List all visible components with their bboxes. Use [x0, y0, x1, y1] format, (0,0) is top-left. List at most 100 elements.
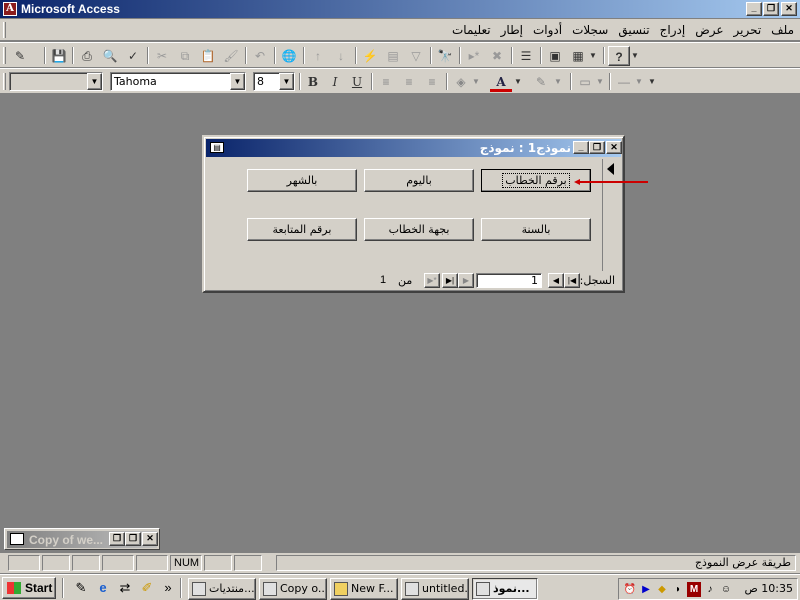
form-icon[interactable]: ▤: [210, 142, 224, 153]
chevron-down-icon[interactable]: ▼: [87, 73, 102, 90]
properties-icon[interactable]: ☰: [515, 46, 537, 66]
record-selector[interactable]: [602, 159, 620, 271]
form-minimize-button[interactable]: _: [573, 141, 589, 154]
chevron-down-icon[interactable]: ▼: [512, 72, 524, 92]
restore-button[interactable]: ❐: [109, 532, 125, 546]
tray-user-icon[interactable]: ☺: [719, 582, 733, 597]
restore-button[interactable]: ❐: [763, 2, 779, 16]
menu-insert[interactable]: إدراج: [660, 23, 686, 37]
quicklaunch-notepad-icon[interactable]: ✎: [72, 579, 90, 597]
align-center-icon[interactable]: ≡: [398, 72, 420, 92]
format-painter-icon[interactable]: 🖌: [220, 46, 242, 66]
by-day-button[interactable]: باليوم: [364, 169, 474, 192]
chevron-down-icon[interactable]: ▼: [594, 72, 606, 92]
form-close-button[interactable]: ✕: [606, 141, 622, 154]
chevron-down-icon[interactable]: ▼: [279, 73, 294, 90]
task-untitled[interactable]: untitled...: [401, 578, 469, 600]
task-forums[interactable]: منتديات...: [188, 578, 256, 600]
object-combo[interactable]: ▼: [9, 72, 103, 91]
next-record-button[interactable]: ▶: [458, 273, 474, 288]
first-record-button[interactable]: |◀: [564, 273, 580, 288]
design-view-icon[interactable]: ✎: [9, 46, 31, 66]
undo-icon[interactable]: ↶: [249, 46, 271, 66]
previous-record-button[interactable]: ◀: [548, 273, 564, 288]
filter-by-form-icon[interactable]: ▤: [382, 46, 404, 66]
menu-grip[interactable]: [3, 22, 6, 38]
menu-window[interactable]: إطار: [501, 23, 523, 37]
font-color-icon[interactable]: A: [490, 72, 512, 92]
tray-sound-icon[interactable]: ♪: [703, 582, 717, 597]
form-maximize-button[interactable]: ❐: [589, 141, 605, 154]
form-title-bar[interactable]: ▤ نموذج1 : نموذج _ ❐ ✕: [206, 139, 622, 157]
quicklaunch-overflow-icon[interactable]: »: [162, 579, 174, 597]
hyperlink-icon[interactable]: 🌐: [278, 46, 300, 66]
save-icon[interactable]: 💾: [48, 46, 70, 66]
menu-tools[interactable]: أدوات: [533, 23, 562, 37]
filter-by-selection-icon[interactable]: ⚡: [359, 46, 381, 66]
task-copy-of[interactable]: Copy o...: [259, 578, 327, 600]
by-letter-source-button[interactable]: بجهة الخطاب: [364, 218, 474, 241]
line-width-icon[interactable]: —: [613, 72, 635, 92]
new-record-button[interactable]: ▶*: [424, 273, 440, 288]
clock[interactable]: 10:35 ص: [745, 582, 794, 595]
task-new-folder[interactable]: New F...: [330, 578, 398, 600]
menu-help[interactable]: تعليمات: [452, 23, 491, 37]
toolbar-options-dropdown[interactable]: ▼: [647, 72, 657, 92]
menu-edit[interactable]: تحرير: [734, 23, 762, 37]
menu-file[interactable]: ملف: [771, 23, 794, 37]
sort-ascending-icon[interactable]: ↑: [307, 46, 329, 66]
access-app-icon[interactable]: A: [3, 2, 17, 16]
quicklaunch-app-icon[interactable]: ✐: [138, 579, 156, 597]
minimized-window[interactable]: Copy of we... ❐ ❐ ✕: [4, 528, 160, 550]
maximize-button[interactable]: ❐: [125, 532, 141, 546]
chevron-down-icon[interactable]: ▼: [552, 72, 564, 92]
tray-media-icon[interactable]: ▶: [639, 582, 653, 597]
toolbar-options-dropdown[interactable]: ▼: [630, 46, 640, 66]
by-followup-number-button[interactable]: برقم المتابعة: [247, 218, 357, 241]
align-left-icon[interactable]: ≡: [375, 72, 397, 92]
menu-records[interactable]: سجلات: [572, 23, 608, 37]
delete-record-icon[interactable]: ✖: [486, 46, 508, 66]
by-month-button[interactable]: بالشهر: [247, 169, 357, 192]
find-icon[interactable]: 🔭: [434, 46, 456, 66]
apply-filter-icon[interactable]: ▽: [405, 46, 427, 66]
minimize-button[interactable]: _: [746, 2, 762, 16]
new-object-dropdown[interactable]: ▼: [587, 46, 599, 66]
print-preview-icon[interactable]: 🔍: [99, 46, 121, 66]
new-object-icon[interactable]: ▦: [567, 46, 589, 66]
line-color-icon[interactable]: ✎: [530, 72, 552, 92]
tray-app-icon[interactable]: ◆: [655, 582, 669, 597]
close-button[interactable]: ✕: [781, 2, 797, 16]
menu-view[interactable]: عرض: [695, 23, 723, 37]
minimized-window-title-bar[interactable]: Copy of we... ❐ ❐ ✕: [7, 531, 158, 548]
chevron-down-icon[interactable]: ▼: [633, 72, 645, 92]
sort-descending-icon[interactable]: ↓: [330, 46, 352, 66]
align-right-icon[interactable]: ≡: [421, 72, 443, 92]
tray-messenger-icon[interactable]: M: [687, 582, 701, 597]
cut-icon[interactable]: ✂: [151, 46, 173, 66]
paste-icon[interactable]: 📋: [197, 46, 219, 66]
new-record-icon[interactable]: ▸*: [463, 46, 485, 66]
font-name-combo[interactable]: Tahoma ▼: [110, 72, 246, 91]
tray-clock-icon[interactable]: ⏰: [623, 582, 637, 597]
chevron-down-icon[interactable]: ▼: [230, 73, 245, 90]
menu-format[interactable]: تنسيق: [618, 23, 649, 37]
copy-icon[interactable]: ⧉: [174, 46, 196, 66]
task-form-active[interactable]: نموذ...: [472, 578, 538, 600]
italic-button[interactable]: I: [324, 72, 346, 92]
border-icon[interactable]: ▭: [574, 72, 596, 92]
last-record-button[interactable]: ▶|: [442, 273, 458, 288]
by-year-button[interactable]: بالسنة: [481, 218, 591, 241]
quicklaunch-switch-icon[interactable]: ⇄: [116, 579, 134, 597]
database-window-icon[interactable]: ▣: [544, 46, 566, 66]
help-icon[interactable]: ?: [608, 46, 630, 66]
underline-button[interactable]: U: [346, 72, 368, 92]
record-number-input[interactable]: 1: [476, 273, 542, 288]
tray-volume-icon[interactable]: ◗: [671, 582, 685, 597]
start-button[interactable]: Start: [2, 577, 56, 599]
toolbar-grip[interactable]: [3, 47, 6, 64]
fill-color-icon[interactable]: ◈: [450, 72, 472, 92]
chevron-down-icon[interactable]: ▼: [470, 72, 482, 92]
bold-button[interactable]: B: [302, 72, 324, 92]
spelling-icon[interactable]: ✓: [122, 46, 144, 66]
